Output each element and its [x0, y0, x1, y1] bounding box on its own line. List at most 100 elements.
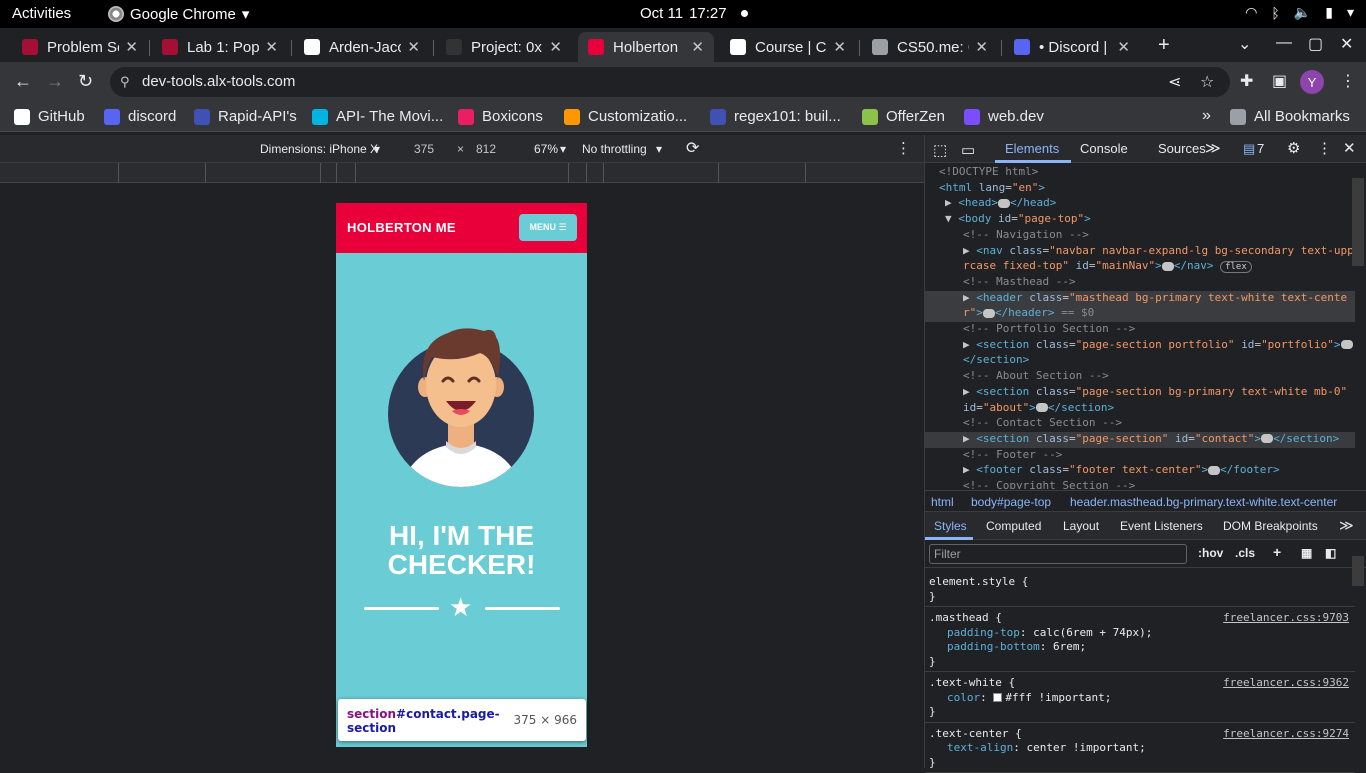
- more-tabs-icon[interactable]: ≫: [1205, 139, 1221, 157]
- side-panel-icon[interactable]: ▣: [1272, 71, 1287, 91]
- dom-node[interactable]: ▶ <nav class="navbar navbar-expand-lg bg…: [925, 244, 1355, 260]
- dom-node[interactable]: <!-- Masthead -->: [925, 275, 1355, 291]
- browser-tab[interactable]: CS50.me: C ✕: [862, 32, 998, 62]
- close-window-button[interactable]: ✕: [1340, 34, 1353, 54]
- tab-console[interactable]: Console: [1080, 141, 1128, 156]
- close-tab-icon[interactable]: ✕: [833, 38, 846, 56]
- throttling-select[interactable]: No throttling: [582, 142, 647, 156]
- rule-selector[interactable]: .text-center {: [929, 727, 1022, 740]
- dom-node[interactable]: <!DOCTYPE html>: [925, 165, 1355, 181]
- close-tab-icon[interactable]: ✕: [407, 38, 420, 56]
- dom-node[interactable]: ▶ <section class="page-section portfolio…: [925, 338, 1355, 354]
- dom-node[interactable]: </section>: [925, 353, 1355, 369]
- dom-node[interactable]: <!-- Portfolio Section -->: [925, 322, 1355, 338]
- new-rule-icon[interactable]: +: [1273, 544, 1281, 560]
- device-width-input[interactable]: 375: [414, 142, 434, 156]
- rule-property[interactable]: padding-top: calc(6rem + 74px);: [947, 626, 1152, 639]
- style-rule[interactable]: .text-center {freelancer.css:9274 text-al…: [925, 727, 1355, 769]
- dom-node[interactable]: ▶ <footer class="footer text-center"> </f…: [925, 463, 1355, 479]
- dom-node[interactable]: <!-- About Section -->: [925, 369, 1355, 385]
- close-tab-icon[interactable]: ✕: [691, 38, 704, 56]
- bookmark-item[interactable]: Customizatio...: [564, 108, 687, 125]
- breadcrumb-body[interactable]: body#page-top: [971, 495, 1051, 509]
- more-tabs-icon[interactable]: ≫: [1339, 517, 1354, 534]
- device-toggle-icon[interactable]: ▭: [961, 141, 975, 159]
- zoom-select[interactable]: 67%: [534, 142, 558, 156]
- tab-computed[interactable]: Computed: [986, 519, 1041, 533]
- close-tab-icon[interactable]: ✕: [975, 38, 988, 56]
- bookmark-item[interactable]: discord: [104, 108, 176, 125]
- browser-tab[interactable]: Project: 0x ✕: [436, 32, 572, 62]
- tab-event-listeners[interactable]: Event Listeners: [1120, 519, 1203, 533]
- back-button[interactable]: ←: [14, 71, 32, 92]
- extensions-icon[interactable]: ✚: [1240, 71, 1253, 91]
- color-swatch[interactable]: [993, 693, 1003, 702]
- breadcrumb-html[interactable]: html: [931, 495, 954, 509]
- menu-button[interactable]: MENU ☰: [519, 214, 577, 241]
- dom-node[interactable]: ▶ <head> </head>: [925, 196, 1355, 212]
- share-icon[interactable]: ⋖: [1168, 72, 1181, 92]
- tab-search-icon[interactable]: ⌄: [1238, 34, 1251, 54]
- browser-tab[interactable]: Arden-Jacc ✕: [294, 32, 430, 62]
- close-tab-icon[interactable]: ✕: [265, 38, 278, 56]
- rule-source-link[interactable]: freelancer.css:9362: [1223, 676, 1349, 689]
- dom-node[interactable]: r"> </header> == $0: [925, 306, 1355, 323]
- device-height-input[interactable]: 812: [476, 142, 496, 156]
- rule-property[interactable]: color: #fff !important;: [947, 691, 1111, 704]
- rule-selector[interactable]: .masthead {: [929, 611, 1002, 624]
- class-toggle[interactable]: .cls: [1235, 546, 1255, 560]
- device-more-options-icon[interactable]: ⋮: [896, 139, 911, 157]
- style-rule[interactable]: .text-white { freelancer.css:9362 color: #…: [925, 676, 1355, 718]
- paint-icon[interactable]: ▦: [1301, 546, 1312, 560]
- dom-node[interactable]: <!-- Contact Section -->: [925, 416, 1355, 432]
- bookmark-item[interactable]: API- The Movi...: [312, 108, 443, 125]
- more-bookmarks-icon[interactable]: »: [1202, 107, 1211, 125]
- maximize-button[interactable]: ▢: [1308, 34, 1323, 54]
- breadcrumb-header[interactable]: header.masthead.bg-primary.text-white.te…: [1070, 495, 1337, 509]
- dom-node[interactable]: <!-- Footer -->: [925, 448, 1355, 464]
- browser-tab[interactable]: Lab 1: Popu ✕: [152, 32, 288, 62]
- minimize-button[interactable]: —: [1276, 34, 1292, 52]
- bookmark-item[interactable]: Boxicons: [458, 108, 543, 125]
- tab-dom-breakpoints[interactable]: DOM Breakpoints: [1223, 519, 1318, 533]
- close-tab-icon[interactable]: ✕: [125, 38, 138, 56]
- bookmark-item[interactable]: Rapid-API's: [194, 108, 297, 125]
- bookmark-item[interactable]: regex101: buil...: [710, 108, 841, 125]
- dom-node[interactable]: <!-- Copyright Section -->: [925, 479, 1355, 489]
- rule-property[interactable]: padding-bottom: 6rem;: [947, 640, 1086, 653]
- bookmark-star-icon[interactable]: ☆: [1200, 72, 1214, 92]
- tab-styles[interactable]: Styles: [934, 519, 967, 533]
- dom-node[interactable]: rcase fixed-top" id="mainNav"> </nav> fle…: [925, 259, 1355, 275]
- bookmark-item[interactable]: web.dev: [964, 108, 1044, 125]
- close-tab-icon[interactable]: ✕: [1117, 38, 1130, 56]
- rule-selector[interactable]: element.style {: [929, 575, 1028, 588]
- rule-selector[interactable]: .text-white {: [929, 676, 1015, 689]
- tab-layout[interactable]: Layout: [1063, 519, 1099, 533]
- close-tab-icon[interactable]: ✕: [549, 38, 562, 56]
- media-query-ruler[interactable]: [0, 163, 924, 183]
- dom-node[interactable]: ▶ <header class="masthead bg-primary tex…: [925, 290, 1355, 307]
- rule-source-link[interactable]: freelancer.css:9703: [1223, 611, 1349, 624]
- activities-button[interactable]: Activities: [12, 5, 71, 22]
- issues-icon[interactable]: ▤: [1243, 141, 1255, 157]
- style-rule[interactable]: element.style {}: [925, 575, 1355, 603]
- dom-node[interactable]: ▶ <section class="page-section bg-primar…: [925, 385, 1355, 401]
- devtools-menu-icon[interactable]: ⋮: [1317, 139, 1332, 157]
- reload-button[interactable]: ↻: [78, 71, 93, 92]
- browser-tab[interactable]: Holberton ✕: [578, 32, 714, 62]
- hover-state-toggle[interactable]: :hov: [1198, 546, 1223, 560]
- bookmark-item[interactable]: GitHub: [14, 108, 85, 125]
- gear-icon[interactable]: ⚙: [1287, 139, 1300, 157]
- dom-node[interactable]: <html lang="en">: [925, 181, 1355, 197]
- tab-sources[interactable]: Sources: [1158, 141, 1206, 156]
- address-bar[interactable]: ⚲ dev-tools.alx-tools.com ⋖ ☆: [110, 67, 1230, 97]
- tab-elements[interactable]: Elements: [1005, 141, 1059, 156]
- dom-scrollbar[interactable]: [1352, 178, 1364, 266]
- new-tab-button[interactable]: +: [1158, 34, 1170, 57]
- inspect-element-icon[interactable]: ⬚: [933, 141, 947, 159]
- app-menu[interactable]: Google Chrome ▾: [108, 5, 249, 23]
- rule-property[interactable]: text-align: center !important;: [947, 741, 1146, 754]
- brand-link[interactable]: HOLBERTON ME: [347, 220, 456, 235]
- styles-filter-input[interactable]: Filter: [929, 544, 1187, 564]
- profile-avatar[interactable]: Y: [1300, 70, 1324, 94]
